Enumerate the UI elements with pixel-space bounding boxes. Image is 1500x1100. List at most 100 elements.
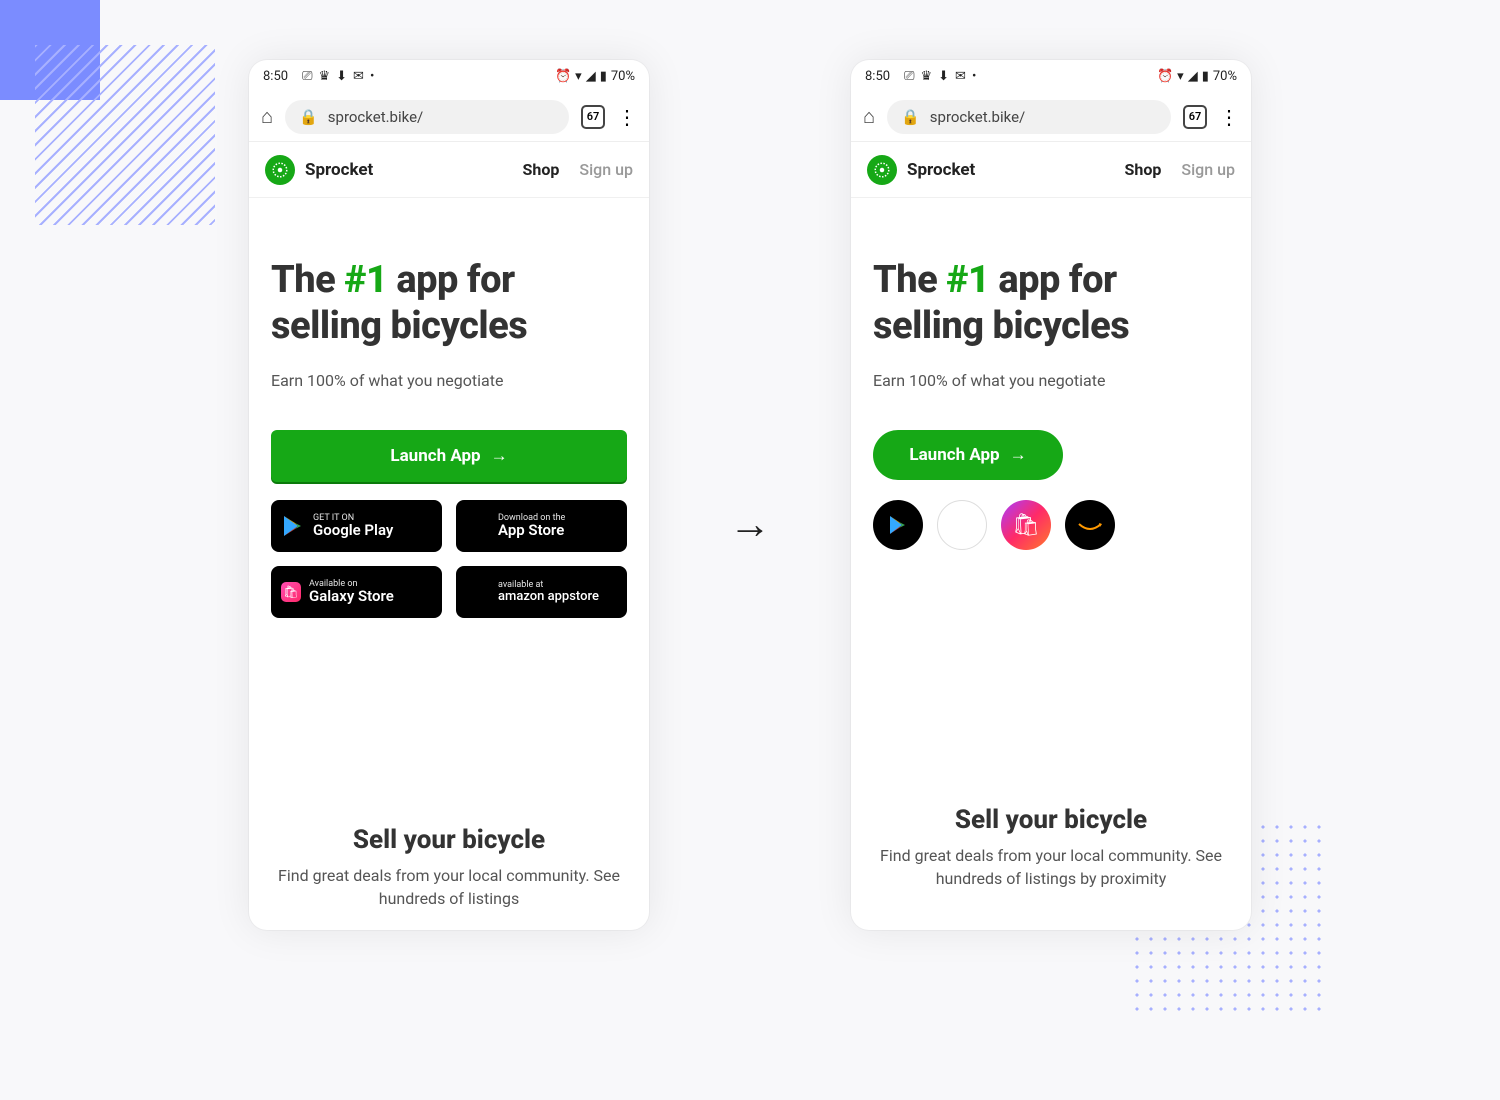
hero-heading-accent: #1	[344, 258, 387, 302]
amazon-icon	[466, 580, 490, 604]
dot-icon: •	[370, 69, 374, 84]
comparison-arrow-icon: →	[729, 500, 771, 549]
lock-icon: 🔒	[299, 108, 318, 126]
bulb-icon: ♛	[318, 69, 330, 84]
browser-url-bar: ⌂ 🔒 sprocket.bike/ 67 ⋮	[249, 92, 649, 142]
status-time: 8:50	[865, 69, 890, 84]
hero-heading-pre: The	[873, 258, 946, 302]
tab-switcher[interactable]: 67	[581, 105, 605, 129]
url-text: sprocket.bike/	[930, 108, 1025, 126]
apple-bot: App Store	[498, 523, 565, 539]
mail-icon: ✉	[955, 69, 966, 84]
browser-url-bar: ⌂ 🔒 sprocket.bike/ 67 ⋮	[851, 92, 1251, 142]
status-bar: 8:50 ⎚ ♛ ⬇ ✉ • ⏰ ▾ ◢ ▮ 70%	[851, 60, 1251, 92]
hero-section: The #1 app for selling bicycles Earn 100…	[249, 198, 649, 390]
site-header: Sprocket Shop Sign up	[249, 142, 649, 198]
home-icon[interactable]: ⌂	[261, 104, 273, 129]
mail-icon: ✉	[353, 69, 364, 84]
galaxy-bot: Galaxy Store	[309, 589, 394, 605]
wifi-icon: ▾	[1177, 69, 1184, 84]
hero-section: The #1 app for selling bicycles Earn 100…	[851, 198, 1251, 390]
cta-area: Launch App → GET IT ONGoogle Play Downlo…	[249, 390, 649, 618]
hero-subtitle: Earn 100% of what you negotiate	[873, 371, 1229, 390]
menu-icon[interactable]: ⋮	[1219, 105, 1239, 129]
amazon-top: available at	[498, 581, 599, 590]
lock-icon: 🔒	[901, 108, 920, 126]
phone-after: 8:50 ⎚ ♛ ⬇ ✉ • ⏰ ▾ ◢ ▮ 70% ⌂ 🔒	[851, 60, 1251, 930]
arrow-right-icon: →	[491, 446, 508, 466]
cast-icon: ⎚	[302, 69, 312, 84]
cta-area: Launch App → 🛍	[851, 390, 1251, 550]
store-badges-grid: GET IT ONGoogle Play Download on theApp …	[271, 500, 627, 618]
download-icon: ⬇	[336, 69, 347, 84]
sell-body: Find great deals from your local communi…	[879, 845, 1223, 890]
google-play-circle[interactable]	[873, 500, 923, 550]
tab-switcher[interactable]: 67	[1183, 105, 1207, 129]
dot-icon: •	[972, 69, 976, 84]
tab-count-text: 67	[587, 110, 600, 123]
status-notification-icons: ⎚ ♛ ⬇ ✉ •	[904, 69, 976, 84]
url-text: sprocket.bike/	[328, 108, 423, 126]
sell-body: Find great deals from your local communi…	[277, 865, 621, 910]
sell-heading: Sell your bicycle	[277, 825, 621, 855]
nav-signup-link[interactable]: Sign up	[579, 160, 633, 179]
status-notification-icons: ⎚ ♛ ⬇ ✉ •	[302, 69, 374, 84]
nav-shop-link[interactable]: Shop	[1125, 160, 1162, 179]
nav-signup-link[interactable]: Sign up	[1181, 160, 1235, 179]
sell-heading: Sell your bicycle	[879, 805, 1223, 835]
status-bar: 8:50 ⎚ ♛ ⬇ ✉ • ⏰ ▾ ◢ ▮ 70%	[249, 60, 649, 92]
app-store-badge[interactable]: Download on theApp Store	[456, 500, 627, 552]
sell-section: Sell your bicycle Find great deals from …	[851, 805, 1251, 890]
bulb-icon: ♛	[920, 69, 932, 84]
arrow-right-icon: →	[1010, 445, 1027, 465]
play-bot: Google Play	[313, 523, 393, 539]
menu-icon[interactable]: ⋮	[617, 105, 637, 129]
galaxy-store-badge[interactable]: 🛍 Available onGalaxy Store	[271, 566, 442, 618]
download-icon: ⬇	[938, 69, 949, 84]
phone-before: 8:50 ⎚ ♛ ⬇ ✉ • ⏰ ▾ ◢ ▮ 70% ⌂ 🔒	[249, 60, 649, 930]
address-field[interactable]: 🔒 sprocket.bike/	[285, 100, 569, 134]
galaxy-circle[interactable]: 🛍	[1001, 500, 1051, 550]
launch-app-button[interactable]: Launch App →	[873, 430, 1063, 480]
store-circles-row: 🛍	[873, 500, 1229, 550]
launch-label: Launch App	[909, 445, 999, 465]
brand-name: Sprocket	[907, 160, 975, 180]
brand-name: Sprocket	[305, 160, 373, 180]
alarm-icon: ⏰	[555, 69, 571, 84]
apple-icon	[466, 514, 490, 538]
galaxy-icon: 🛍	[281, 582, 301, 602]
apple-circle[interactable]	[937, 500, 987, 550]
launch-app-button[interactable]: Launch App →	[271, 430, 627, 482]
hero-heading-accent: #1	[946, 258, 989, 302]
alarm-icon: ⏰	[1157, 69, 1173, 84]
apple-top: Download on the	[498, 514, 565, 523]
galaxy-top: Available on	[309, 580, 394, 589]
hero-heading: The #1 app for selling bicycles	[873, 258, 1229, 349]
nav-shop-link[interactable]: Shop	[523, 160, 560, 179]
status-time: 8:50	[263, 69, 288, 84]
play-top: GET IT ON	[313, 514, 393, 523]
hero-heading-pre: The	[271, 258, 344, 302]
signal-icon: ◢	[586, 69, 596, 84]
hero-heading: The #1 app for selling bicycles	[271, 258, 627, 349]
wifi-icon: ▾	[575, 69, 582, 84]
tab-count-text: 67	[1189, 110, 1202, 123]
launch-label: Launch App	[390, 446, 480, 466]
site-header: Sprocket Shop Sign up	[851, 142, 1251, 198]
battery-text: 70%	[1213, 69, 1237, 84]
amazon-circle[interactable]	[1065, 500, 1115, 550]
sell-section: Sell your bicycle Find great deals from …	[249, 825, 649, 910]
sprocket-logo-icon[interactable]	[265, 155, 295, 185]
google-play-badge[interactable]: GET IT ONGoogle Play	[271, 500, 442, 552]
comparison-stage: 8:50 ⎚ ♛ ⬇ ✉ • ⏰ ▾ ◢ ▮ 70% ⌂ 🔒	[0, 60, 1500, 930]
sprocket-logo-icon[interactable]	[867, 155, 897, 185]
battery-text: 70%	[611, 69, 635, 84]
address-field[interactable]: 🔒 sprocket.bike/	[887, 100, 1171, 134]
battery-icon: ▮	[600, 69, 607, 84]
cast-icon: ⎚	[904, 69, 914, 84]
battery-icon: ▮	[1202, 69, 1209, 84]
signal-icon: ◢	[1188, 69, 1198, 84]
amazon-appstore-badge[interactable]: available atamazon appstore	[456, 566, 627, 618]
google-play-icon	[281, 514, 305, 538]
home-icon[interactable]: ⌂	[863, 104, 875, 129]
